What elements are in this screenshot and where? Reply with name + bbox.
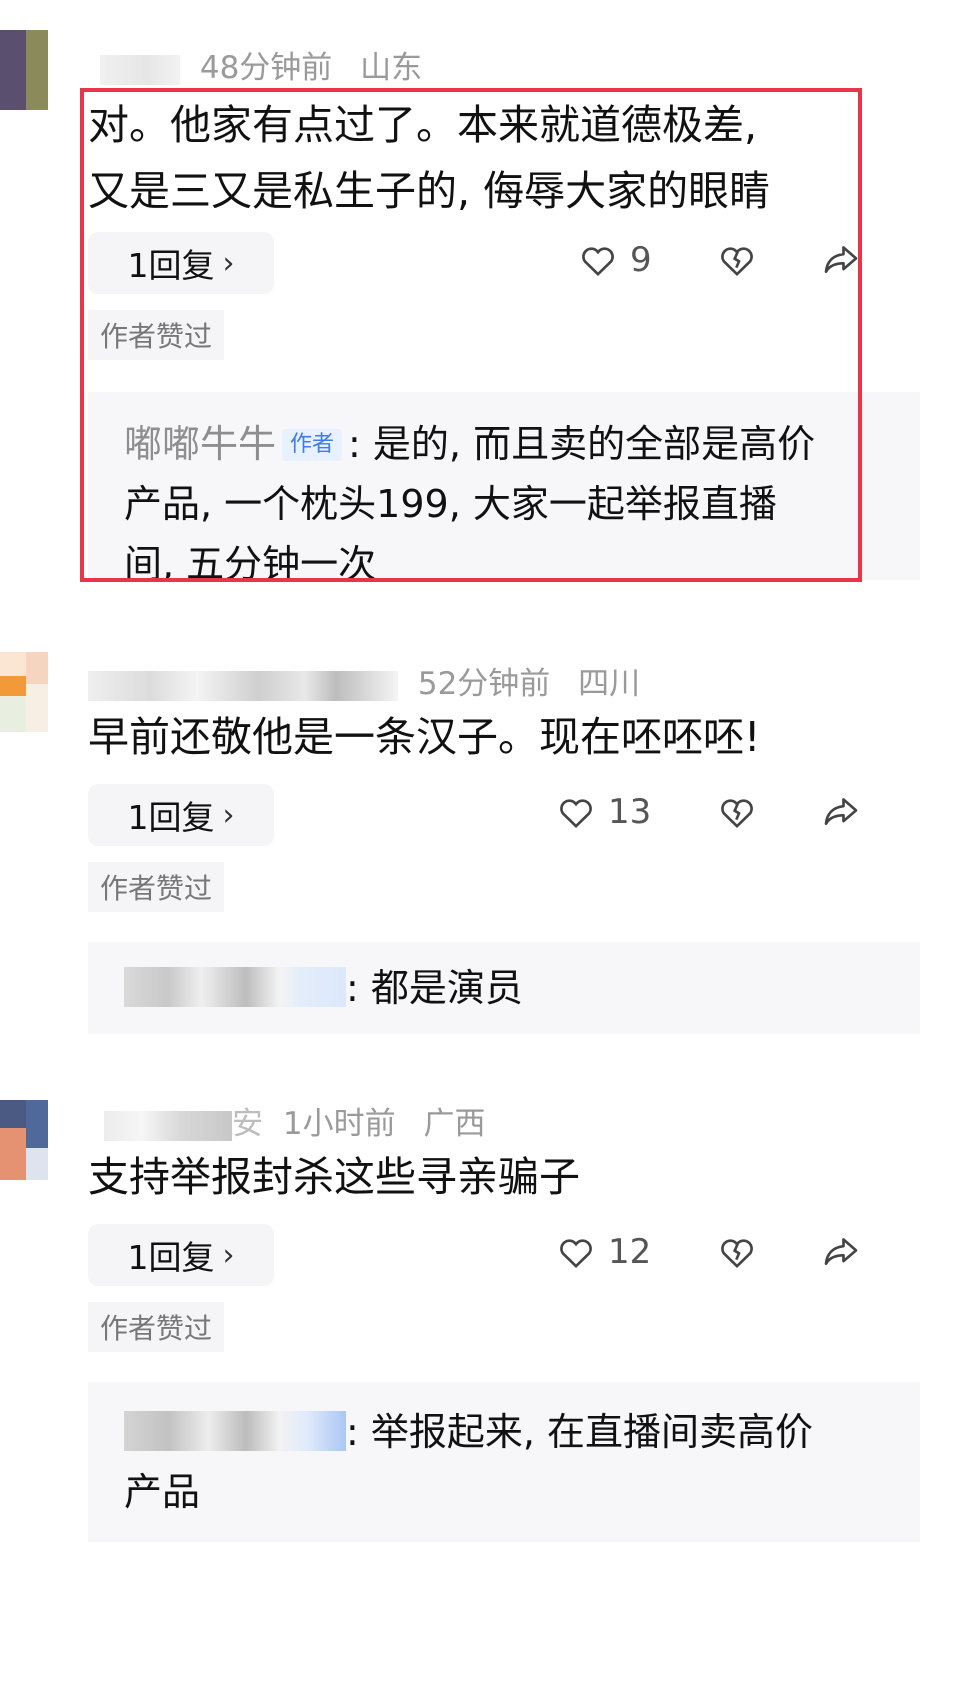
chevron-right-icon: › (222, 797, 235, 833)
comment-meta: 52分钟前 四川 (88, 658, 640, 703)
reply-count-label: 1回复 (127, 798, 215, 837)
comment-location: 山东 (360, 50, 423, 86)
heart-icon (560, 1239, 592, 1269)
broken-heart-icon (721, 1239, 753, 1269)
reply-username-mosaic[interactable] (124, 967, 346, 1007)
avatar[interactable] (0, 30, 48, 110)
chevron-right-icon: › (222, 1237, 235, 1273)
author-liked-tag: 作者赞过 (88, 862, 225, 912)
comment-time: 1小时前 (282, 1106, 396, 1142)
reply-preview[interactable]: : 都是演员 (88, 942, 920, 1034)
reply-text: : 举报起来, 在直播间卖高价 产品 (124, 1402, 914, 1522)
highlight-box (80, 88, 862, 582)
share-arrow-icon (824, 798, 858, 825)
comment-time: 52分钟前 (417, 666, 551, 702)
comment-2: 52分钟前 四川 早前还敬他是一条汉子。现在呸呸呸! 1回复 › 13 作者赞过… (0, 640, 953, 1080)
author-liked-tag: 作者赞过 (88, 1302, 225, 1352)
reply-line: 产品 (124, 1470, 201, 1514)
comment-line: 支持举报封杀这些寻亲骗子 (88, 1153, 580, 1201)
username-fragment[interactable]: 安 (232, 1106, 263, 1142)
replies-button[interactable]: 1回复 › (88, 784, 274, 846)
reply-preview[interactable]: : 举报起来, 在直播间卖高价 产品 (88, 1382, 920, 1542)
reply-line-text: : 都是演员 (346, 966, 523, 1010)
like-count: 13 (608, 792, 652, 832)
dislike-button[interactable] (717, 792, 757, 832)
comment-text[interactable]: 支持举报封杀这些寻亲骗子 (88, 1144, 908, 1210)
share-button[interactable] (820, 792, 862, 832)
username-mosaic[interactable] (88, 670, 398, 701)
share-button[interactable] (820, 1232, 862, 1272)
avatar[interactable] (0, 1100, 48, 1180)
share-arrow-icon (824, 1238, 858, 1265)
comment-location: 四川 (578, 666, 641, 702)
comment-text[interactable]: 早前还敬他是一条汉子。现在呸呸呸! (88, 704, 908, 770)
reply-line: : 举报起来, 在直播间卖高价 (124, 1402, 914, 1462)
reply-line: : 都是演员 (124, 958, 914, 1018)
like-count: 12 (608, 1232, 652, 1272)
reply-text: : 都是演员 (124, 958, 914, 1018)
dislike-button[interactable] (717, 1232, 757, 1272)
comment-3: 安 1小时前 广西 支持举报封杀这些寻亲骗子 1回复 › 12 作者赞过 : 举… (0, 1080, 953, 1695)
like-button[interactable]: 13 (556, 792, 651, 832)
reply-line-text: : 举报起来, 在直播间卖高价 (346, 1410, 814, 1454)
comment-meta: 48分钟前 山东 (100, 42, 422, 87)
comment-location: 广西 (423, 1106, 486, 1142)
comment-time: 48分钟前 (199, 50, 333, 86)
heart-icon (560, 799, 592, 829)
username-mosaic[interactable] (100, 54, 180, 85)
username-mosaic[interactable] (104, 1110, 232, 1141)
comment-line: 早前还敬他是一条汉子。现在呸呸呸! (88, 713, 761, 761)
like-button[interactable]: 12 (556, 1232, 651, 1272)
replies-button[interactable]: 1回复 › (88, 1224, 274, 1286)
reply-count-label: 1回复 (127, 1238, 215, 1277)
broken-heart-icon (721, 799, 753, 829)
comment-meta: 安 1小时前 广西 (104, 1098, 485, 1143)
reply-username-mosaic[interactable] (124, 1411, 346, 1451)
avatar[interactable] (0, 652, 48, 732)
